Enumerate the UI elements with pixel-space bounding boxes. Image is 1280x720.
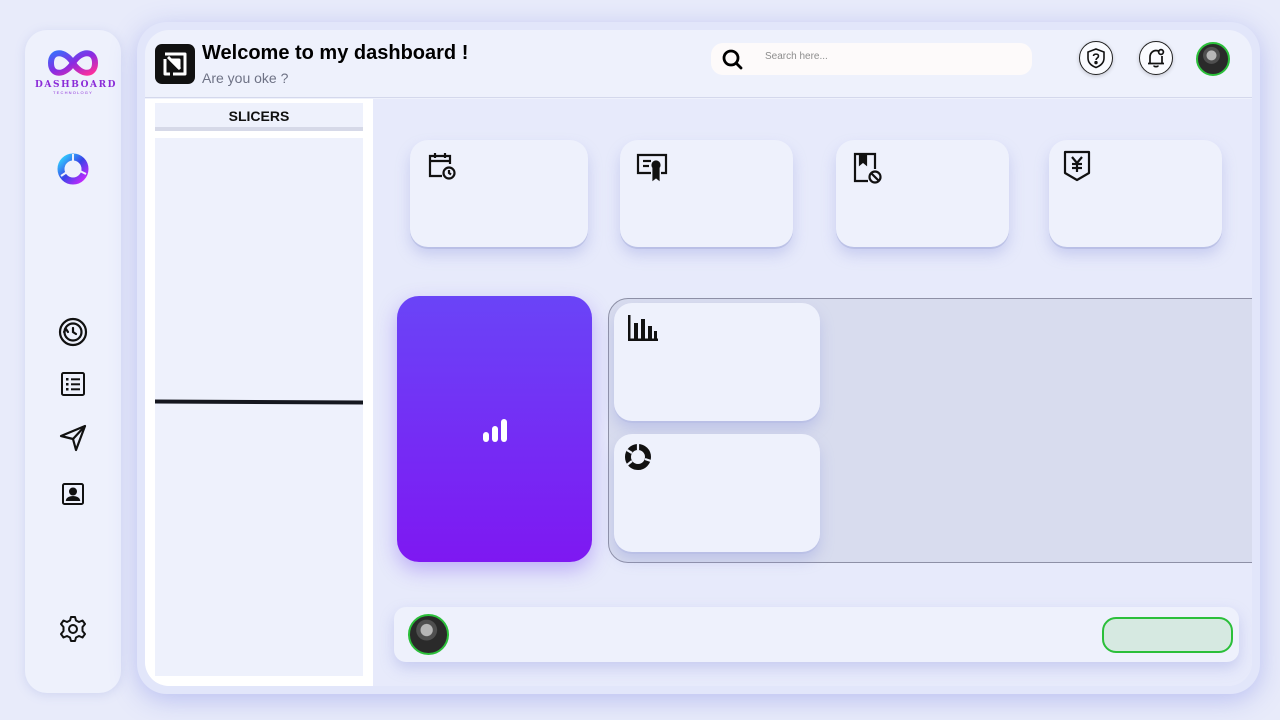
header: Welcome to my dashboard ! Are you oke ? (145, 30, 1252, 98)
bookmark-block-icon (851, 151, 883, 190)
certificate-icon (635, 151, 669, 188)
bar-chart-icon (627, 313, 659, 348)
gear-icon[interactable] (55, 611, 91, 647)
donut-chart-icon (623, 442, 653, 477)
shield-help-icon (1087, 48, 1105, 69)
donut-logo-icon[interactable] (55, 151, 91, 187)
list-icon[interactable] (55, 366, 91, 402)
slicers-panel: SLICERS (145, 99, 373, 686)
bell-icon (1148, 48, 1165, 68)
kpi-card-bookmark[interactable] (836, 140, 1009, 247)
content-area (373, 99, 1252, 686)
infinity-logo-icon (47, 50, 99, 76)
slicers-title: SLICERS (155, 103, 363, 131)
highlight-card[interactable] (397, 296, 592, 562)
slicer-divider (154, 399, 364, 405)
search-input[interactable] (765, 51, 1015, 62)
help-shield-button[interactable] (1079, 41, 1113, 75)
brand-subtitle: TECHNOLOGY (52, 90, 93, 95)
chart-card-bar[interactable] (614, 303, 820, 421)
app-logo-icon[interactable] (155, 44, 195, 84)
profile-footer-bar (394, 607, 1239, 662)
slicers-body[interactable] (154, 138, 364, 676)
kpi-card-schedule[interactable] (410, 140, 588, 247)
notification-button[interactable] (1139, 41, 1173, 75)
action-button[interactable] (1102, 617, 1233, 653)
yen-shield-icon (1061, 149, 1093, 188)
chart-card-donut[interactable] (614, 434, 820, 552)
page-subtitle: Are you oke ? (202, 70, 289, 86)
search-icon[interactable] (721, 48, 743, 75)
search-bar (711, 43, 1032, 75)
contact-icon[interactable] (55, 476, 91, 512)
main-inner: Welcome to my dashboard ! Are you oke ? (145, 30, 1252, 686)
user-avatar[interactable] (1196, 42, 1230, 76)
history-icon[interactable] (55, 314, 91, 350)
footer-user-avatar[interactable] (408, 614, 449, 655)
brand-name: DASHBOARD (35, 80, 118, 90)
kpi-card-certificate[interactable] (620, 140, 793, 247)
kpi-card-yen[interactable] (1049, 140, 1222, 247)
sidebar: DASHBOARD TECHNOLOGY (25, 30, 121, 693)
calendar-clock-icon (426, 150, 458, 187)
send-icon[interactable] (55, 420, 91, 456)
main-panel: Welcome to my dashboard ! Are you oke ? (137, 22, 1260, 694)
brand-logo[interactable]: DASHBOARD TECHNOLOGY (35, 44, 118, 95)
signal-bars-icon (483, 419, 507, 442)
page-title: Welcome to my dashboard ! (202, 42, 469, 64)
